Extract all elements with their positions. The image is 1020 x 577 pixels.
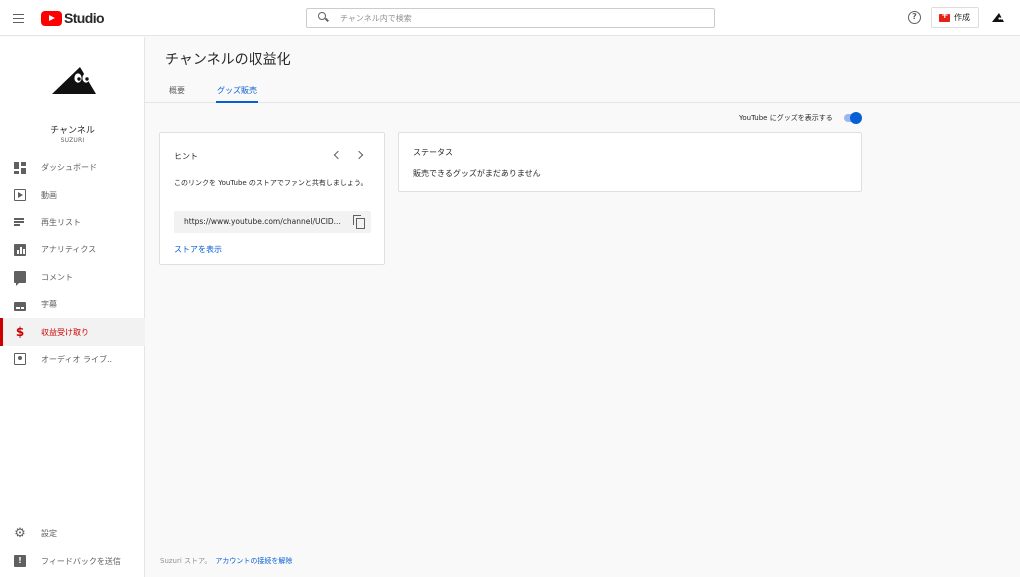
copy-icon[interactable] xyxy=(353,215,365,229)
tab-merchandise[interactable]: グッズ販売 xyxy=(216,79,258,103)
merch-toggle-label: YouTube にグッズを表示する xyxy=(739,114,833,122)
youtube-play-icon xyxy=(41,10,62,26)
playlist-icon xyxy=(14,216,26,228)
sidebar-item-label: 設定 xyxy=(41,529,57,539)
account-avatar-icon[interactable] xyxy=(992,12,1004,23)
audio-library-icon xyxy=(14,353,26,366)
chevron-left-icon[interactable] xyxy=(330,148,344,162)
hint-title: ヒント xyxy=(174,152,198,161)
sidebar-item-dashboard[interactable]: ダッシュボード xyxy=(0,154,145,181)
footer-text: Suzuri ストア。 xyxy=(160,557,212,565)
toggle-knob xyxy=(850,112,862,124)
dashboard-icon xyxy=(14,161,26,174)
sidebar-item-label: コメント xyxy=(41,272,73,282)
gear-icon: ⚙ xyxy=(14,525,26,541)
hint-text: このリンクを YouTube のストアでファンと共有しましょう。 xyxy=(174,179,368,187)
video-create-icon xyxy=(939,11,950,22)
sidebar-item-label: ダッシュボード xyxy=(41,163,97,173)
sidebar-item-label: 字幕 xyxy=(41,300,57,310)
feedback-icon: ! xyxy=(14,555,26,568)
sidebar-item-subtitles[interactable]: 字幕 xyxy=(0,291,145,318)
view-store-link[interactable]: ストアを表示 xyxy=(174,244,222,255)
logo-text: Studio xyxy=(64,10,105,26)
status-title: ステータス xyxy=(413,148,453,157)
status-card: ステータス 販売できるグッズがまだありません xyxy=(398,132,862,192)
help-icon[interactable]: ? xyxy=(908,11,921,24)
search-icon xyxy=(315,9,335,27)
disconnect-account-link[interactable]: アカウントの接続を解除 xyxy=(215,557,292,565)
sidebar-item-label: 再生リスト xyxy=(41,217,81,227)
sidebar-item-monetization[interactable]: $ 収益受け取り xyxy=(0,318,145,347)
tab-bar: 概要 グッズ販売 xyxy=(145,79,1020,103)
merch-display-toggle[interactable] xyxy=(842,112,862,124)
create-button[interactable]: 作成 xyxy=(931,7,979,28)
video-icon xyxy=(14,189,26,202)
sidebar-item-settings[interactable]: ⚙ 設定 xyxy=(0,520,145,547)
sidebar-item-comments[interactable]: コメント xyxy=(0,264,145,291)
sidebar-bottom-nav: ⚙ 設定 ! フィードバックを送信 xyxy=(0,520,145,575)
dollar-icon: $ xyxy=(15,325,25,340)
analytics-icon xyxy=(14,243,26,256)
sidebar-item-label: 収益受け取り xyxy=(41,327,89,337)
sidebar-item-label: オーディオ ライブ.. xyxy=(41,354,113,364)
studio-logo[interactable]: Studio xyxy=(41,10,105,26)
page-title: チャンネルの収益化 xyxy=(165,52,291,68)
subtitles-icon xyxy=(14,302,26,312)
comment-icon xyxy=(14,271,26,287)
sidebar-item-label: アナリティクス xyxy=(41,245,97,255)
sidebar-item-analytics[interactable]: アナリティクス xyxy=(0,236,145,263)
store-url[interactable]: https://www.youtube.com/channel/UCID... xyxy=(184,217,349,226)
hint-card: ヒント このリンクを YouTube のストアでファンと共有しましょう。 htt… xyxy=(159,132,385,265)
search-bar[interactable] xyxy=(306,8,715,28)
channel-name[interactable]: チャンネル xyxy=(0,123,145,136)
chevron-right-icon[interactable] xyxy=(353,148,367,162)
hamburger-menu-icon[interactable] xyxy=(13,11,27,25)
store-url-box[interactable]: https://www.youtube.com/channel/UCID... xyxy=(174,211,371,233)
search-input[interactable] xyxy=(340,13,700,23)
sidebar-item-audio-library[interactable]: オーディオ ライブ.. xyxy=(0,346,145,373)
sidebar-item-playlists[interactable]: 再生リスト xyxy=(0,209,145,236)
sidebar-item-feedback[interactable]: ! フィードバックを送信 xyxy=(0,547,145,574)
sidebar-item-label: フィードバックを送信 xyxy=(41,556,121,566)
tab-overview[interactable]: 概要 xyxy=(169,79,185,103)
sidebar-item-label: 動画 xyxy=(41,190,57,200)
create-label: 作成 xyxy=(954,13,970,22)
sidebar-item-videos[interactable]: 動画 xyxy=(0,181,145,208)
top-bar: Studio ? 作成 xyxy=(0,0,1020,36)
sidebar: チャンネル SUZURI ダッシュボード 動画 再生リスト アナリティクス コメ… xyxy=(0,37,145,577)
channel-handle: SUZURI xyxy=(60,137,85,144)
channel-avatar[interactable] xyxy=(50,65,98,97)
status-text: 販売できるグッズがまだありません xyxy=(413,169,541,178)
sidebar-nav: ダッシュボード 動画 再生リスト アナリティクス コメント 字幕 $ 収益受け取… xyxy=(0,154,145,373)
footer: Suzuri ストア。 アカウントの接続を解除 xyxy=(160,556,292,566)
